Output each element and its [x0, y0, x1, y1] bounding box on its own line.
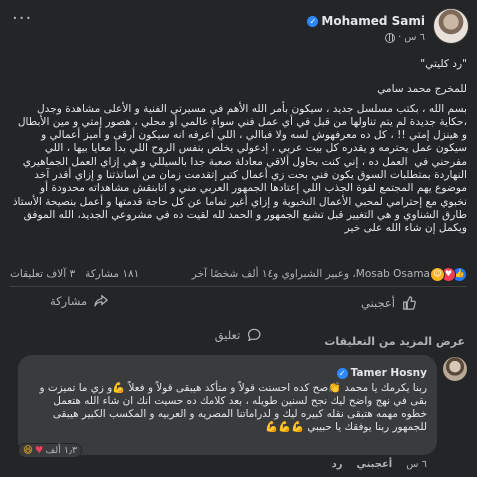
comment-icon — [246, 327, 262, 343]
post-body-text: بسم الله ، بكتب مسلسل جديد ، سيكون بأمر … — [9, 102, 467, 235]
author-name-row[interactable]: Mohamed Sami ✓ — [307, 14, 425, 28]
post-text: "رد كليتي" للمخرج محمد سامي بسم الله ، ب… — [10, 58, 467, 236]
author-block: Mohamed Sami ✓ ٦ س · — [307, 10, 425, 43]
post-meta: ٦ س · — [307, 32, 425, 43]
post-byline: للمخرج محمد سامي — [377, 83, 467, 96]
post-time[interactable]: ٦ س — [404, 32, 425, 43]
view-more-comments-link[interactable]: عرض المزيد من التعليقات — [324, 335, 465, 348]
commenter-avatar[interactable] — [443, 357, 467, 381]
divider — [10, 286, 467, 287]
care-icon: ☺ — [430, 266, 445, 282]
shares-count[interactable]: ١٨١ مشاركة — [85, 268, 139, 280]
comment-button[interactable]: تعليق — [215, 327, 263, 343]
comment-time[interactable]: ٦ س — [406, 459, 427, 470]
like-label: أعجبني — [360, 296, 395, 310]
author-avatar[interactable] — [433, 8, 469, 44]
share-label: مشاركة — [50, 294, 88, 308]
post-header: ··· Mohamed Sami ✓ ٦ س · — [8, 8, 469, 48]
love-icon: ♥ — [34, 445, 44, 456]
post-card: ··· Mohamed Sami ✓ ٦ س · "رد كليتي" للمخ… — [0, 0, 477, 477]
comment-author[interactable]: Tamer Hosny — [351, 367, 427, 379]
haha-icon: 😆 — [23, 445, 33, 456]
comment-like-link[interactable]: أعجبني — [356, 459, 392, 470]
comment-author-row[interactable]: Tamer Hosny ✓ — [336, 367, 427, 379]
more-options-icon[interactable]: ··· — [12, 10, 38, 28]
comment-meta: ٦ س أعجبني رد — [332, 459, 427, 470]
verified-badge-icon: ✓ — [336, 367, 348, 379]
thumbs-up-icon — [401, 295, 417, 311]
comment: Tamer Hosny ✓ ربنا يكرمك يا محمد 👏صح كده… — [10, 355, 467, 477]
comments-count[interactable]: ٣ آلاف تعليقات — [10, 268, 75, 280]
share-icon — [93, 293, 109, 309]
separator-dot: · — [398, 32, 402, 43]
author-name[interactable]: Mohamed Sami — [321, 14, 425, 28]
globe-icon — [385, 32, 396, 43]
comment-text: ربنا يكرمك يا محمد 👏صح كده احسنت قولاً و… — [36, 382, 427, 433]
comment-reaction-number: ١٫٣ ألف — [45, 445, 78, 456]
comment-reply-link[interactable]: رد — [332, 459, 343, 470]
post-title-quote: "رد كليتي" — [420, 58, 467, 70]
comment-label: تعليق — [214, 328, 241, 342]
share-button[interactable]: مشاركة — [50, 293, 109, 309]
like-button[interactable]: أعجبني — [361, 295, 417, 311]
comment-reaction-count[interactable]: ١٫٣ ألف ♥ 😆 — [18, 443, 83, 458]
comment-bubble: Tamer Hosny ✓ ربنا يكرمك يا محمد 👏صح كده… — [18, 355, 437, 458]
reaction-icons: 👍 ♥ ☺ — [430, 266, 467, 282]
reactors-text: Mosab Osama، وعبير الشبراوي و١٤ ألف شخصً… — [191, 268, 430, 280]
reactors[interactable]: 👍 ♥ ☺ Mosab Osama، وعبير الشبراوي و١٤ أل… — [191, 266, 467, 282]
verified-badge-icon: ✓ — [307, 15, 319, 27]
reaction-summary: ١٨١ مشاركة ٣ آلاف تعليقات 👍 ♥ ☺ Mosab Os… — [10, 265, 467, 283]
summary-counts: ١٨١ مشاركة ٣ آلاف تعليقات — [10, 268, 139, 280]
